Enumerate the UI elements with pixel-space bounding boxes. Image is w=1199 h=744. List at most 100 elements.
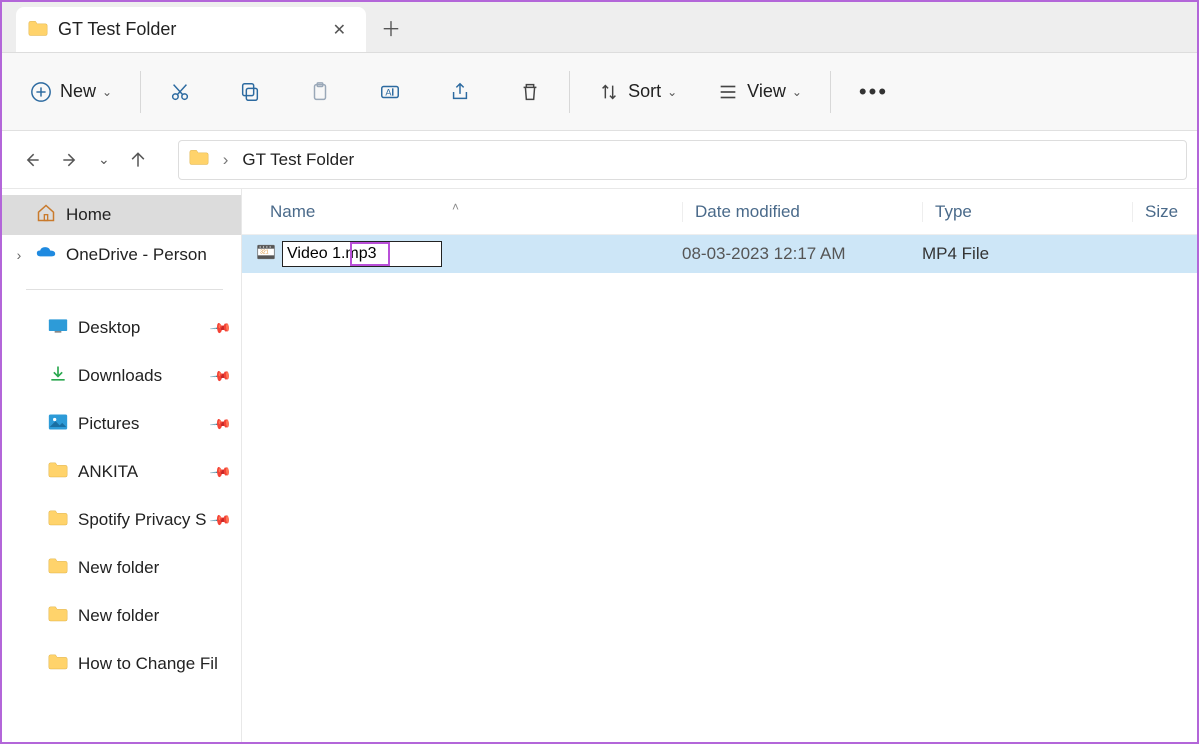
- folder-icon: [48, 653, 68, 675]
- sidebar-item-label: Pictures: [78, 414, 139, 434]
- rename-button[interactable]: A: [369, 70, 411, 114]
- column-header-date[interactable]: Date modified: [682, 202, 922, 222]
- close-tab-button[interactable]: ✕: [325, 16, 354, 44]
- file-row[interactable]: 321 08-03-2023 12:17 AM MP4 File: [242, 235, 1197, 273]
- more-button[interactable]: •••: [849, 70, 898, 114]
- sidebar-item-label: Spotify Privacy S: [78, 510, 207, 530]
- view-icon: [717, 81, 739, 103]
- folder-icon: [48, 605, 68, 627]
- up-button[interactable]: [128, 150, 148, 170]
- folder-icon: [48, 509, 68, 531]
- sidebar-item-home[interactable]: Home: [2, 195, 241, 235]
- sort-button-label: Sort: [628, 81, 661, 102]
- chevron-right-icon: ›: [219, 150, 233, 170]
- pin-icon: 📌: [208, 508, 232, 532]
- extension-selection: [350, 242, 390, 266]
- view-button-label: View: [747, 81, 786, 102]
- arrow-left-icon: [22, 150, 42, 170]
- nav-row: ⌄ › GT Test Folder: [2, 131, 1197, 189]
- sidebar: Home › OneDrive - Person Desktop📌Downloa…: [2, 189, 242, 742]
- folder-icon: [28, 19, 48, 40]
- column-header-label: Date modified: [695, 202, 800, 221]
- sort-ascending-icon: ˄: [452, 200, 459, 214]
- recent-dropdown[interactable]: ⌄: [98, 150, 110, 170]
- sidebar-item-label: How to Change Fil: [78, 654, 218, 674]
- desktop-icon: [48, 318, 68, 339]
- paste-button[interactable]: [299, 70, 341, 114]
- arrow-right-icon: [60, 150, 80, 170]
- sort-icon: [598, 81, 620, 103]
- pin-icon: 📌: [208, 460, 232, 484]
- toolbar-divider: [140, 71, 141, 113]
- plus-circle-icon: [30, 81, 52, 103]
- pictures-icon: [48, 413, 68, 436]
- window-tab[interactable]: GT Test Folder ✕: [16, 7, 366, 52]
- toolbar-divider: [830, 71, 831, 113]
- share-icon: [449, 81, 471, 103]
- video-file-icon: 321: [256, 242, 276, 267]
- delete-button[interactable]: [509, 70, 551, 114]
- nav-buttons: ⌄: [12, 150, 158, 170]
- sidebar-item[interactable]: New folder: [2, 548, 241, 588]
- column-header-label: Type: [935, 202, 972, 221]
- cut-button[interactable]: [159, 70, 201, 114]
- back-button[interactable]: [22, 150, 42, 170]
- trash-icon: [519, 81, 541, 103]
- new-tab-button[interactable]: ＋: [366, 2, 416, 52]
- ellipsis-icon: •••: [859, 79, 888, 105]
- chevron-down-icon: ⌄: [102, 85, 112, 99]
- onedrive-icon: [36, 245, 56, 265]
- tab-title: GT Test Folder: [58, 19, 315, 40]
- pin-icon: 📌: [208, 412, 232, 436]
- column-header-label: Name: [270, 202, 315, 221]
- sidebar-item-label: Downloads: [78, 366, 162, 386]
- sidebar-item[interactable]: New folder: [2, 596, 241, 636]
- sidebar-separator: [26, 289, 223, 290]
- file-date: 08-03-2023 12:17 AM: [682, 244, 922, 264]
- paste-icon: [309, 81, 331, 103]
- sidebar-item[interactable]: Spotify Privacy S📌: [2, 500, 241, 540]
- chevron-down-icon: ⌄: [792, 85, 802, 99]
- forward-button[interactable]: [60, 150, 80, 170]
- column-header-name[interactable]: Name ˄: [242, 202, 682, 222]
- copy-button[interactable]: [229, 70, 271, 114]
- sidebar-item-label: OneDrive - Person: [66, 245, 207, 265]
- sidebar-item[interactable]: Desktop 📌: [2, 308, 241, 348]
- svg-text:321: 321: [260, 249, 269, 255]
- column-header-label: Size: [1145, 202, 1178, 221]
- svg-text:A: A: [385, 87, 392, 97]
- toolbar: New ⌄ A Sort ⌄ View ⌄ •••: [2, 53, 1197, 131]
- rename-input-container: [282, 241, 442, 267]
- sidebar-item-label: New folder: [78, 558, 159, 578]
- scissors-icon: [169, 81, 191, 103]
- new-button-label: New: [60, 81, 96, 102]
- sidebar-item[interactable]: ANKITA 📌: [2, 452, 241, 492]
- folder-icon: [189, 148, 209, 171]
- column-headers: Name ˄ Date modified Type Size: [242, 189, 1197, 235]
- folder-icon: [48, 461, 68, 483]
- pin-icon: 📌: [208, 364, 232, 388]
- toolbar-divider: [569, 71, 570, 113]
- sidebar-item-label: ANKITA: [78, 462, 138, 482]
- sidebar-item[interactable]: Downloads 📌: [2, 356, 241, 396]
- view-button[interactable]: View ⌄: [707, 70, 812, 114]
- sort-button[interactable]: Sort ⌄: [588, 70, 687, 114]
- sidebar-item-label: Home: [66, 205, 111, 225]
- home-icon: [36, 203, 56, 228]
- column-header-size[interactable]: Size: [1132, 202, 1197, 222]
- share-button[interactable]: [439, 70, 481, 114]
- new-button[interactable]: New ⌄: [20, 70, 122, 114]
- column-header-type[interactable]: Type: [922, 202, 1132, 222]
- address-bar[interactable]: › GT Test Folder: [178, 140, 1187, 180]
- sidebar-item-onedrive[interactable]: › OneDrive - Person: [2, 235, 241, 275]
- sidebar-item[interactable]: How to Change Fil: [2, 644, 241, 684]
- folder-icon: [48, 557, 68, 579]
- pin-icon: 📌: [208, 316, 232, 340]
- sidebar-item[interactable]: Pictures 📌: [2, 404, 241, 444]
- arrow-up-icon: [128, 150, 148, 170]
- expand-icon[interactable]: ›: [12, 247, 26, 263]
- breadcrumb-folder[interactable]: GT Test Folder: [242, 150, 354, 170]
- copy-icon: [239, 81, 261, 103]
- sidebar-item-label: Desktop: [78, 318, 140, 338]
- chevron-down-icon: ⌄: [667, 85, 677, 99]
